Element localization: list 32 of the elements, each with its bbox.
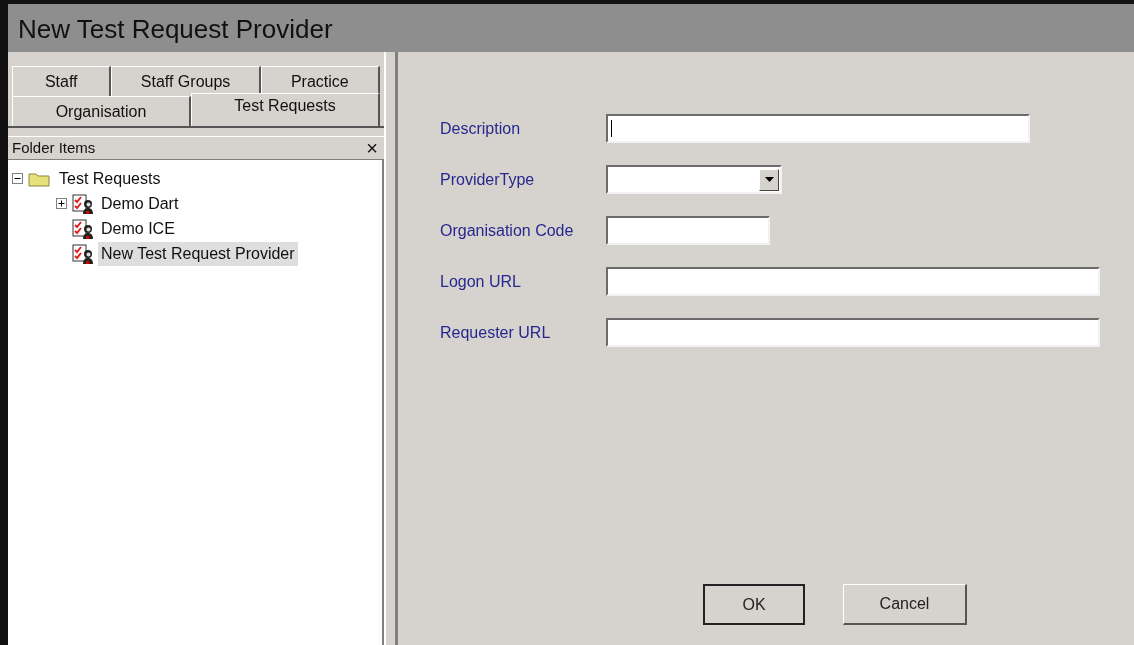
dropdown-arrow-icon: [764, 177, 774, 182]
tree-item[interactable]: Demo ICE: [98, 216, 178, 241]
splitter[interactable]: [384, 52, 398, 645]
tree-item[interactable]: New Test Request Provider: [98, 241, 298, 266]
checklist-person-icon: [72, 243, 94, 264]
tab[interactable]: Practice: [260, 66, 380, 96]
tree-item[interactable]: Demo Dart: [98, 191, 182, 216]
checklist-person-icon: [72, 193, 94, 214]
tab[interactable]: Staff: [12, 66, 112, 96]
tab[interactable]: Staff Groups: [111, 66, 261, 96]
field-label: Requester URL: [440, 322, 552, 343]
panel-title: Folder Items: [12, 137, 96, 158]
dialog-button[interactable]: OK: [703, 584, 805, 625]
expander-button[interactable]: [12, 173, 23, 184]
tab[interactable]: Organisation: [12, 96, 192, 126]
folder-icon: [28, 170, 50, 187]
input-field[interactable]: [606, 114, 1030, 143]
field-label: Description: [440, 118, 522, 139]
tab[interactable]: Test Requests: [191, 93, 380, 126]
checklist-person-icon: [72, 218, 94, 239]
expander-button[interactable]: [56, 198, 67, 209]
close-button[interactable]: ×: [366, 138, 378, 158]
window-title: New Test Request Provider: [8, 4, 1134, 52]
input-field[interactable]: [606, 318, 1100, 347]
field-label: Logon URL: [440, 271, 522, 292]
dropdown-field[interactable]: [606, 165, 782, 194]
input-field[interactable]: [606, 216, 770, 245]
tree-item[interactable]: Test Requests: [56, 166, 164, 191]
input-field[interactable]: [606, 267, 1100, 296]
field-label: ProviderType: [440, 169, 536, 190]
dialog-button[interactable]: Cancel: [843, 584, 967, 625]
field-label: Organisation Code: [440, 220, 575, 241]
